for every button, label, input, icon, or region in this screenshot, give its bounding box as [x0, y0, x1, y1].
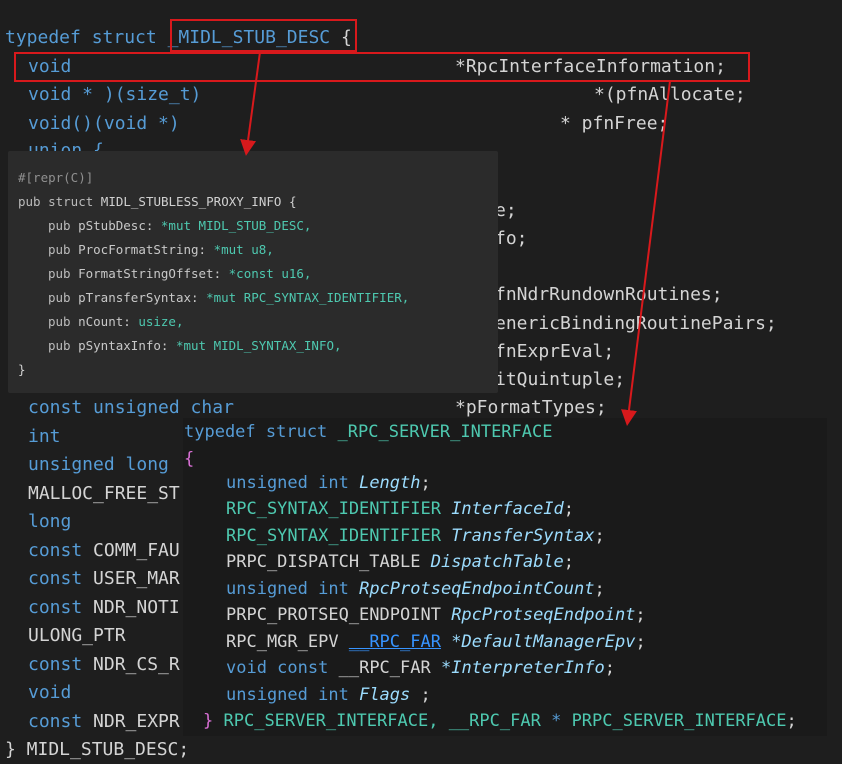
arrow-to-c-popup — [621, 80, 671, 426]
annotation-arrows — [240, 51, 671, 426]
arrow-to-rust-popup — [240, 51, 261, 156]
